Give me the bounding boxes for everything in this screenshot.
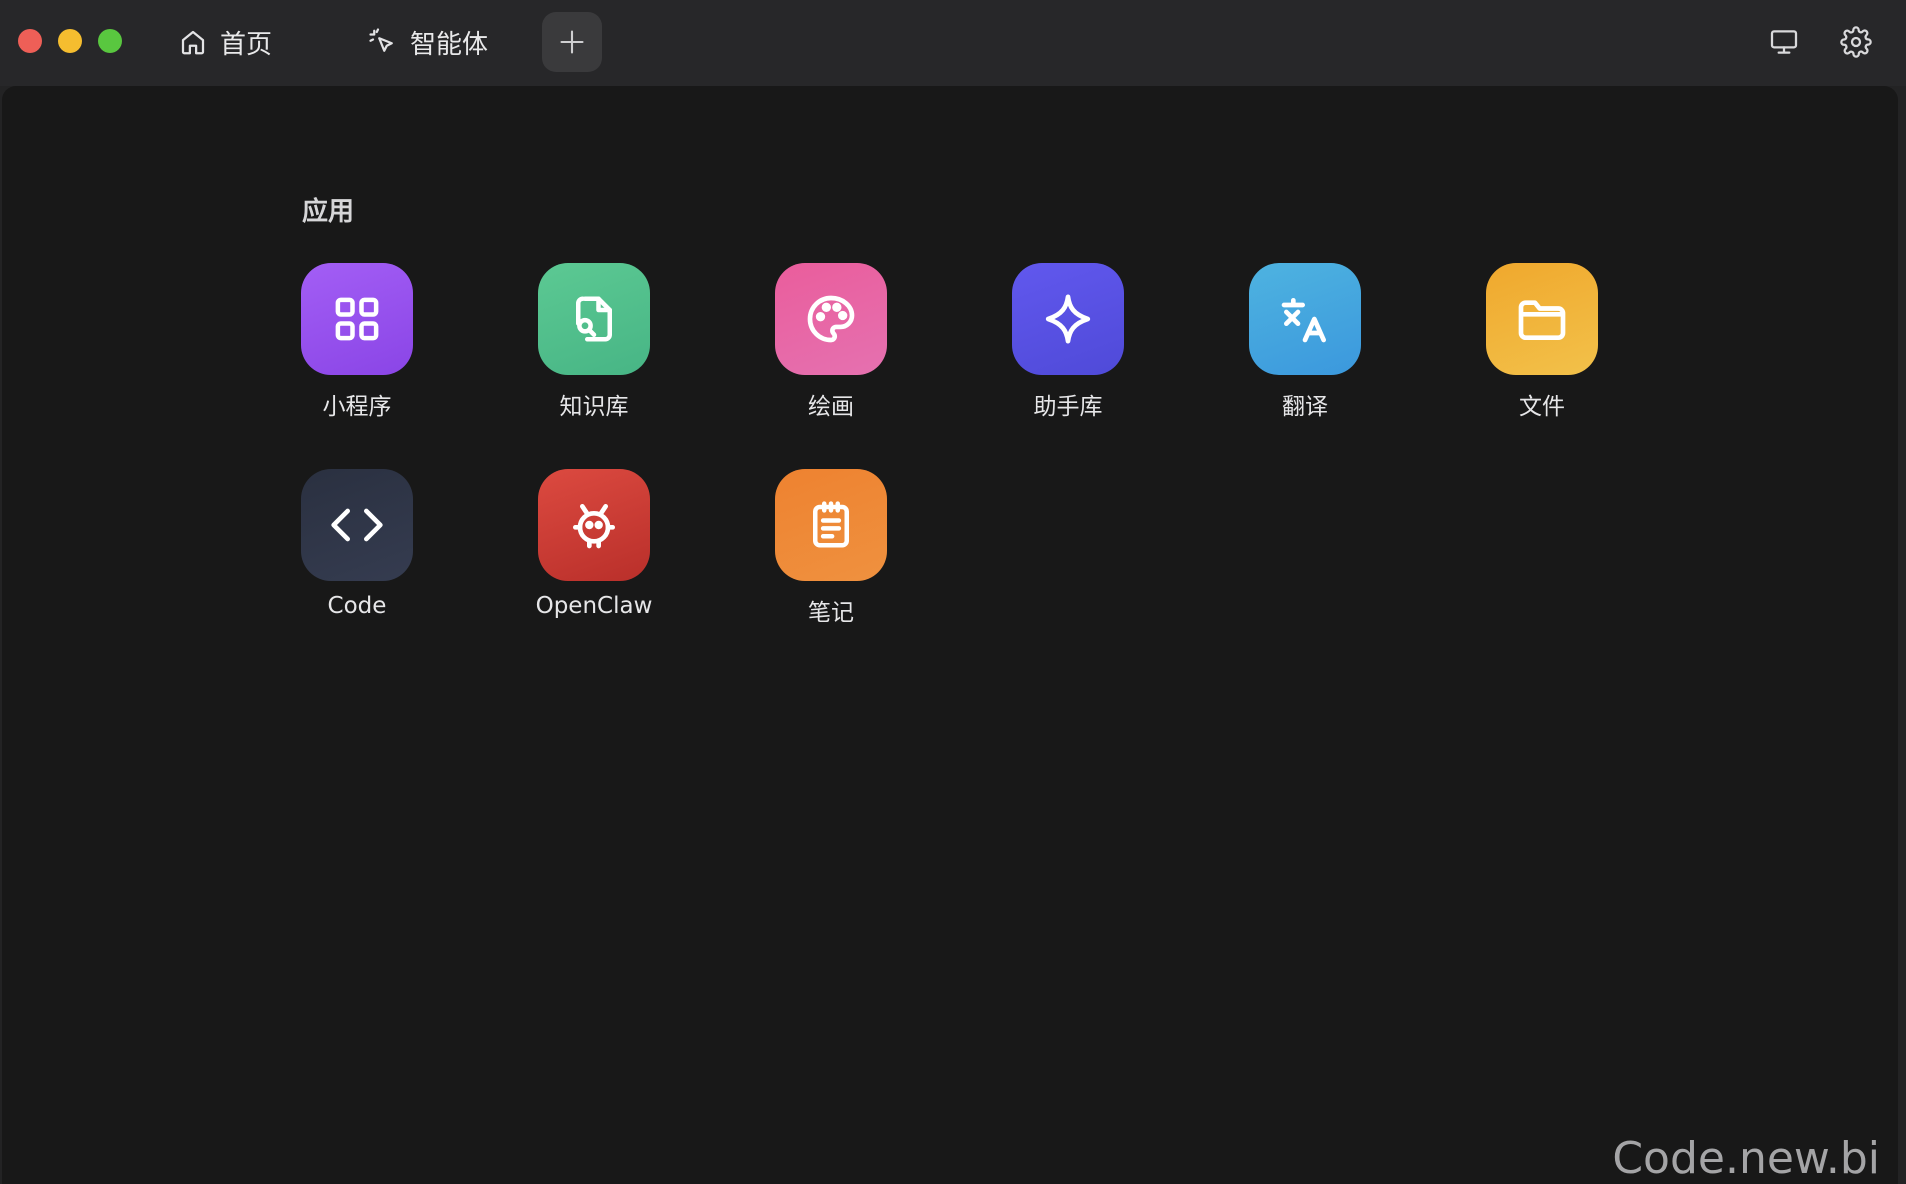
app-label: 知识库 xyxy=(559,394,629,420)
app-translate[interactable]: 翻译 xyxy=(1205,263,1405,421)
app-tile xyxy=(301,263,413,375)
app-tile xyxy=(775,469,887,581)
app-tile xyxy=(1249,263,1361,375)
section-title: 应用 xyxy=(302,197,355,227)
app-label: 助手库 xyxy=(1033,394,1103,420)
translate-icon xyxy=(1277,291,1333,347)
app-label: 绘画 xyxy=(808,394,854,420)
app-painting[interactable]: 绘画 xyxy=(731,263,931,421)
app-label: 翻译 xyxy=(1282,394,1328,420)
watermark: Code.new.bi xyxy=(1612,1133,1880,1184)
sparkle-icon xyxy=(1040,291,1096,347)
monitor-button[interactable] xyxy=(1766,24,1802,60)
tab-home[interactable]: 首页 xyxy=(178,20,272,64)
app-knowledge-base[interactable]: 知识库 xyxy=(494,263,694,421)
sparkle-cursor-icon xyxy=(368,27,398,57)
claw-bot-icon xyxy=(566,497,622,553)
window-maximize-button[interactable] xyxy=(98,29,122,53)
app-label: OpenClaw xyxy=(535,593,653,619)
title-bar: 首页 智能体 xyxy=(0,0,1906,86)
app-label: 笔记 xyxy=(808,600,854,626)
document-search-icon xyxy=(567,292,621,346)
app-label: Code xyxy=(327,593,387,619)
app-files[interactable]: 文件 xyxy=(1442,263,1642,421)
app-openclaw[interactable]: OpenClaw xyxy=(494,469,694,619)
tab-agent-label: 智能体 xyxy=(410,29,489,60)
palette-icon xyxy=(803,291,859,347)
gear-icon xyxy=(1840,26,1872,58)
app-code[interactable]: Code xyxy=(257,469,457,619)
add-tab-button[interactable] xyxy=(542,12,602,72)
main-panel: 应用 小程序 知识库 绘画 助手库 翻译 文件 Code OpenClaw 笔记… xyxy=(2,86,1898,1184)
app-mini-program[interactable]: 小程序 xyxy=(257,263,457,421)
settings-button[interactable] xyxy=(1838,24,1874,60)
app-label: 文件 xyxy=(1519,394,1565,420)
app-tile xyxy=(538,469,650,581)
app-tile xyxy=(1486,263,1598,375)
tab-home-label: 首页 xyxy=(220,29,273,60)
app-notes[interactable]: 笔记 xyxy=(731,469,931,627)
app-label: 小程序 xyxy=(322,394,392,420)
app-tile xyxy=(1012,263,1124,375)
window-close-button[interactable] xyxy=(18,29,42,53)
code-icon xyxy=(329,497,385,553)
monitor-icon xyxy=(1768,26,1800,58)
grid-icon xyxy=(330,292,384,346)
tab-agent[interactable]: 智能体 xyxy=(368,20,488,64)
window-minimize-button[interactable] xyxy=(58,29,82,53)
app-tile xyxy=(775,263,887,375)
app-tile xyxy=(301,469,413,581)
home-icon xyxy=(178,27,208,57)
app-tile xyxy=(538,263,650,375)
notepad-icon xyxy=(804,498,858,552)
app-assistant-library[interactable]: 助手库 xyxy=(968,263,1168,421)
plus-icon xyxy=(558,28,586,56)
folder-icon xyxy=(1514,291,1570,347)
